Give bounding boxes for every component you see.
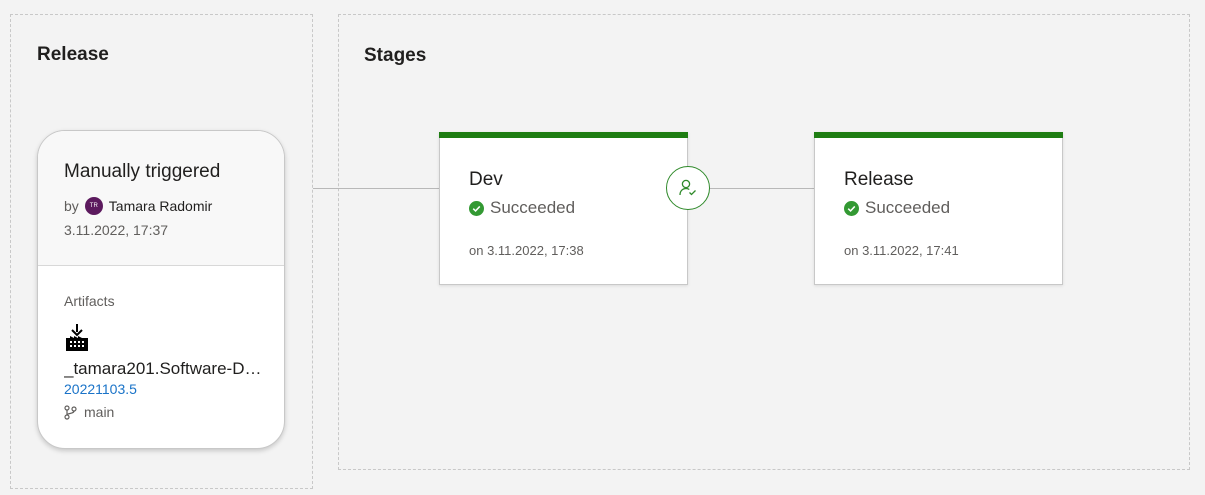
stage-name: Release xyxy=(844,169,914,190)
artifacts-label: Artifacts xyxy=(64,293,115,309)
check-circle-icon xyxy=(469,200,484,216)
trigger-title: Manually triggered xyxy=(64,161,221,182)
user-approval-icon xyxy=(679,179,696,196)
release-panel-title: Release xyxy=(37,44,109,65)
branch-row: main xyxy=(64,404,114,420)
release-card[interactable]: Manually triggered by TR Tamara Radomir … xyxy=(37,130,285,449)
stage-status-text: Succeeded xyxy=(865,198,951,217)
stages-panel-title: Stages xyxy=(364,45,427,66)
artifact-version-link[interactable]: 20221103.5 xyxy=(64,381,137,397)
release-to-dev-connector xyxy=(313,188,439,189)
by-prefix: by xyxy=(64,198,79,214)
branch-icon xyxy=(64,404,77,420)
release-trigger-section: Manually triggered by TR Tamara Radomir … xyxy=(38,131,284,266)
branch-name: main xyxy=(84,404,115,420)
build-artifact-icon xyxy=(66,324,88,351)
stage-status-text: Succeeded xyxy=(490,198,576,217)
stage-name: Dev xyxy=(469,169,503,190)
artifact-name[interactable]: _tamara201.Software-Development xyxy=(64,359,264,379)
user-name[interactable]: Tamara Radomir xyxy=(109,198,212,214)
stage-date: on 3.11.2022, 17:38 xyxy=(469,243,584,258)
stage-status: Succeeded xyxy=(844,198,950,218)
trigger-date: 3.11.2022, 17:37 xyxy=(64,222,169,238)
triggered-by-row: by TR Tamara Radomir xyxy=(64,197,212,215)
check-circle-icon xyxy=(844,200,859,216)
stage-card-release[interactable]: Release Succeeded on 3.11.2022, 17:41 xyxy=(814,132,1063,285)
post-deployment-approval-button[interactable] xyxy=(666,166,710,210)
avatar[interactable]: TR xyxy=(84,197,103,215)
stage-status: Succeeded xyxy=(469,198,575,218)
stage-card-dev[interactable]: Dev Succeeded on 3.11.2022, 17:38 xyxy=(439,132,688,285)
dev-to-release-connector xyxy=(710,188,814,189)
stage-date: on 3.11.2022, 17:41 xyxy=(844,243,959,258)
